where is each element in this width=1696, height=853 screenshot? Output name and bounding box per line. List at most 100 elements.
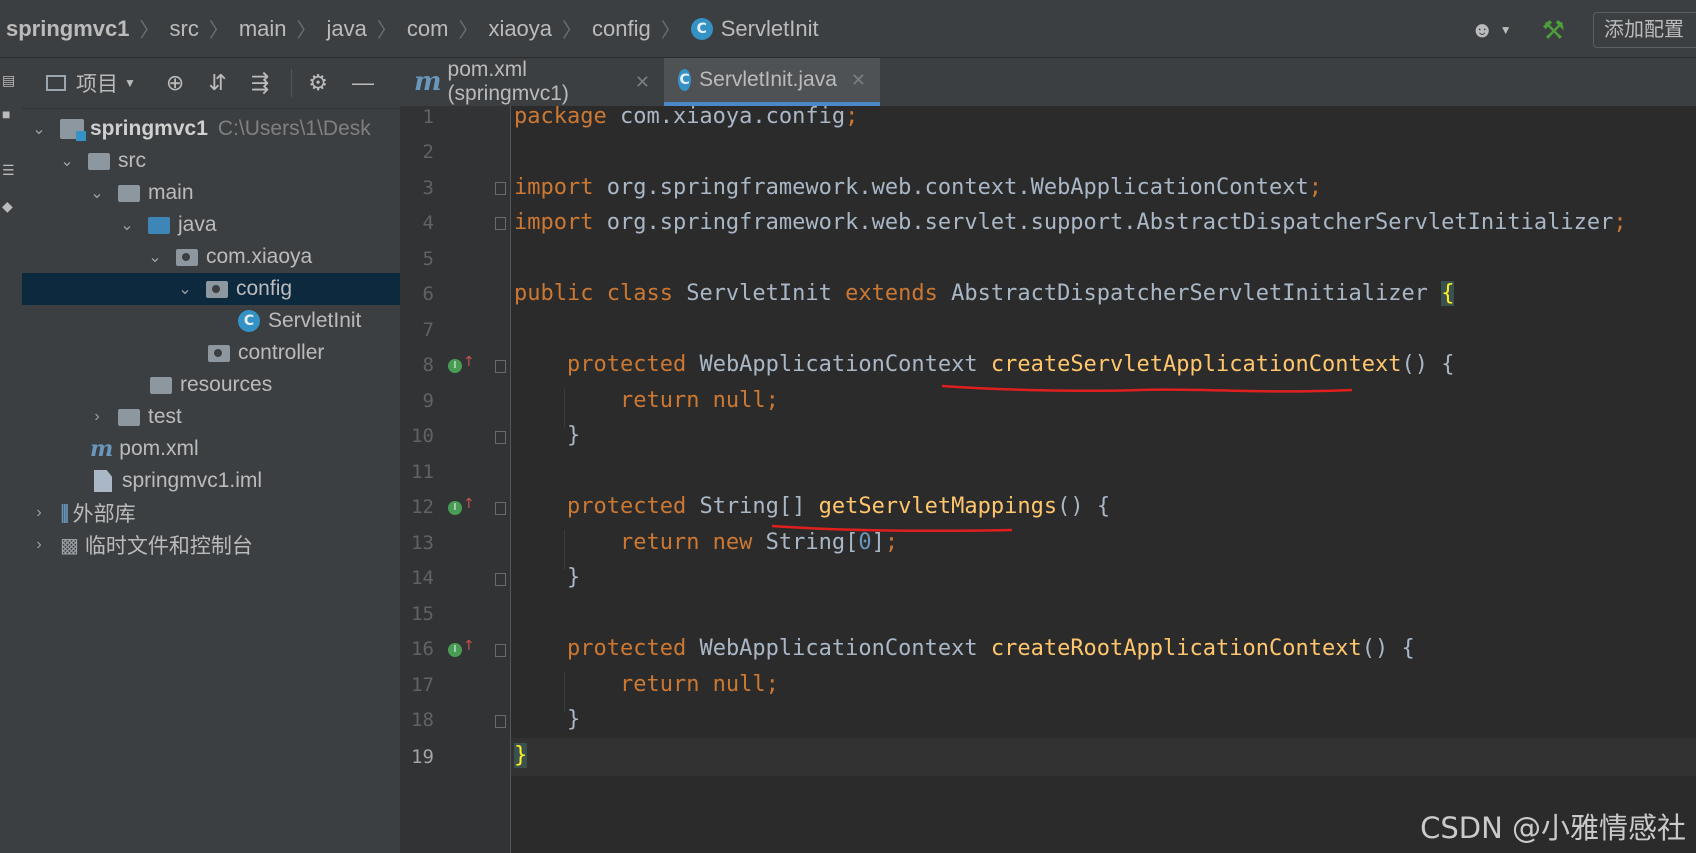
line-number: 4 [422,212,434,234]
code-text: WebApplicationContext [686,636,991,661]
gear-icon[interactable]: ⚙ [308,70,328,96]
code-line-6: public class ServletInit extends Abstrac… [514,281,1455,306]
keyword: protected [566,352,687,377]
fold-marker-icon[interactable] [495,182,506,195]
code-line-18: } [514,707,580,732]
tab-pom-xml[interactable]: m pom.xml (springmvc1) ✕ [400,58,664,106]
fold-marker-icon[interactable] [495,502,506,515]
chevron-right-icon[interactable]: › [32,504,46,522]
tree-item-label: springmvc1 [90,117,208,140]
method-name: createRootApplicationContext [990,636,1362,661]
tree-item-external-libraries[interactable]: › ||| 外部库 [22,497,410,529]
chevron-down-icon[interactable]: ▼ [1500,23,1512,37]
tree-item-label: java [178,213,217,236]
code-text: org.springframework.web.servlet.support.… [593,210,1614,235]
chevron-right-icon[interactable]: › [90,408,104,426]
close-icon[interactable]: ✕ [635,72,650,93]
class-icon: C [678,69,692,91]
structure-tool-icon[interactable]: ☰ [2,162,15,179]
code-text: () { [1401,352,1455,377]
arrow-up-icon[interactable]: ↑ [463,638,475,654]
minimize-icon[interactable]: — [352,70,374,96]
line-number: 12 [411,496,434,518]
tree-item-label: main [148,181,194,204]
tab-servletinit-java[interactable]: C ServletInit.java ✕ [664,58,880,106]
breadcrumb-item-file[interactable]: ServletInit [721,16,819,42]
breadcrumb: springmvc1 〉 src 〉 main 〉 java 〉 com 〉 xiaoya… [6,14,825,43]
maven-icon: m [90,436,114,462]
collapse-all-icon[interactable]: ⇶ [251,70,269,96]
implements-method-icon[interactable]: I [448,643,462,657]
close-icon[interactable]: ✕ [851,70,866,91]
console-icon: ▩ [60,534,79,557]
implements-method-icon[interactable]: I [448,359,462,373]
chevron-down-icon[interactable]: ⌄ [120,215,134,235]
breadcrumb-item-main[interactable]: main [239,16,287,42]
keyword: import [514,210,594,235]
breadcrumb-item-project[interactable]: springmvc1 [6,16,130,42]
line-number: 6 [422,283,434,305]
tree-item-scratches[interactable]: › ▩ 临时文件和控制台 [22,529,410,561]
semicolon: ; [845,106,859,129]
breadcrumb-item-src[interactable]: src [170,16,199,42]
tree-item-label: resources [180,373,273,396]
chevron-down-icon[interactable]: ⌄ [32,119,46,139]
chevron-down-icon[interactable]: ⌄ [178,279,192,299]
breadcrumb-item-com[interactable]: com [407,16,449,42]
tree-item-label: 外部库 [72,503,136,526]
semicolon: ; [765,388,779,413]
line-number: 8 [422,354,434,376]
chevron-down-icon[interactable]: ▼ [124,76,136,90]
fold-marker-icon[interactable] [495,360,506,373]
code-line-16: protected WebApplicationContext createRo… [514,636,1415,661]
line-number-current: 19 [411,746,434,768]
breadcrumb-item-config[interactable]: config [592,16,651,42]
tab-label: pom.xml (springmvc1) [447,58,569,105]
chevron-down-icon[interactable]: ⌄ [148,247,162,267]
tree-item-label: controller [238,341,325,364]
method-name: createServletApplicationContext [990,352,1402,377]
implements-method-icon[interactable]: I [448,501,462,515]
user-icon[interactable]: ☻ [1471,17,1494,43]
chevron-right-icon: 〉 [296,20,317,42]
build-hammer-icon[interactable]: ⚒ [1542,15,1565,46]
line-number: 15 [411,603,434,625]
semicolon: ; [1613,210,1627,235]
fold-marker-icon[interactable] [495,431,506,444]
code-text: AbstractDispatcherServletInitializer [937,281,1442,306]
code-text: } [566,565,581,590]
fold-marker-icon[interactable] [495,715,506,728]
code-line-14: } [514,565,580,590]
arrow-up-icon[interactable]: ↑ [463,496,475,512]
tree-item-label: src [118,149,146,172]
locate-target-icon[interactable]: ⊕ [166,70,184,96]
breadcrumb-item-xiaoya[interactable]: xiaoya [488,16,552,42]
keyword: return null [619,672,766,697]
code-editor[interactable]: 1 2 3 4 5 6 7 8 9 10 11 12 13 14 15 16 1… [400,106,1696,853]
code-line-10: } [514,423,580,448]
project-view-icon [46,75,66,91]
line-number: 7 [422,319,434,341]
arrow-up-icon[interactable]: ↑ [463,354,475,370]
semicolon: ; [1308,175,1322,200]
tree-item-label: test [148,405,182,428]
project-tool-icon[interactable]: ▤ [2,72,15,89]
fold-marker-icon[interactable] [495,644,506,657]
line-number: 1 [422,106,434,128]
fold-marker-icon[interactable] [495,217,506,230]
folder-icon[interactable]: ■ [2,106,10,122]
code-line-8: protected WebApplicationContext createSe… [514,352,1454,377]
chevron-down-icon[interactable]: ⌄ [90,183,104,203]
tree-item-springmvc1[interactable]: ⌄ springmvc1 C:\Users\1\Desk [22,113,410,145]
chevron-down-icon[interactable]: ⌄ [60,151,74,171]
keyword: public class [514,281,673,306]
breadcrumb-item-java[interactable]: java [327,16,367,42]
add-configuration-button[interactable]: 添加配置 [1593,12,1696,48]
expand-all-icon[interactable]: ⇵ [208,70,226,96]
tree-item-src[interactable]: ⌄ src [22,145,438,177]
layers-icon[interactable]: ◆ [2,198,13,215]
fold-marker-icon[interactable] [495,573,506,586]
chevron-right-icon[interactable]: › [32,536,46,554]
keyword: return new [619,530,753,555]
project-panel-title[interactable]: 项目 [76,68,118,98]
